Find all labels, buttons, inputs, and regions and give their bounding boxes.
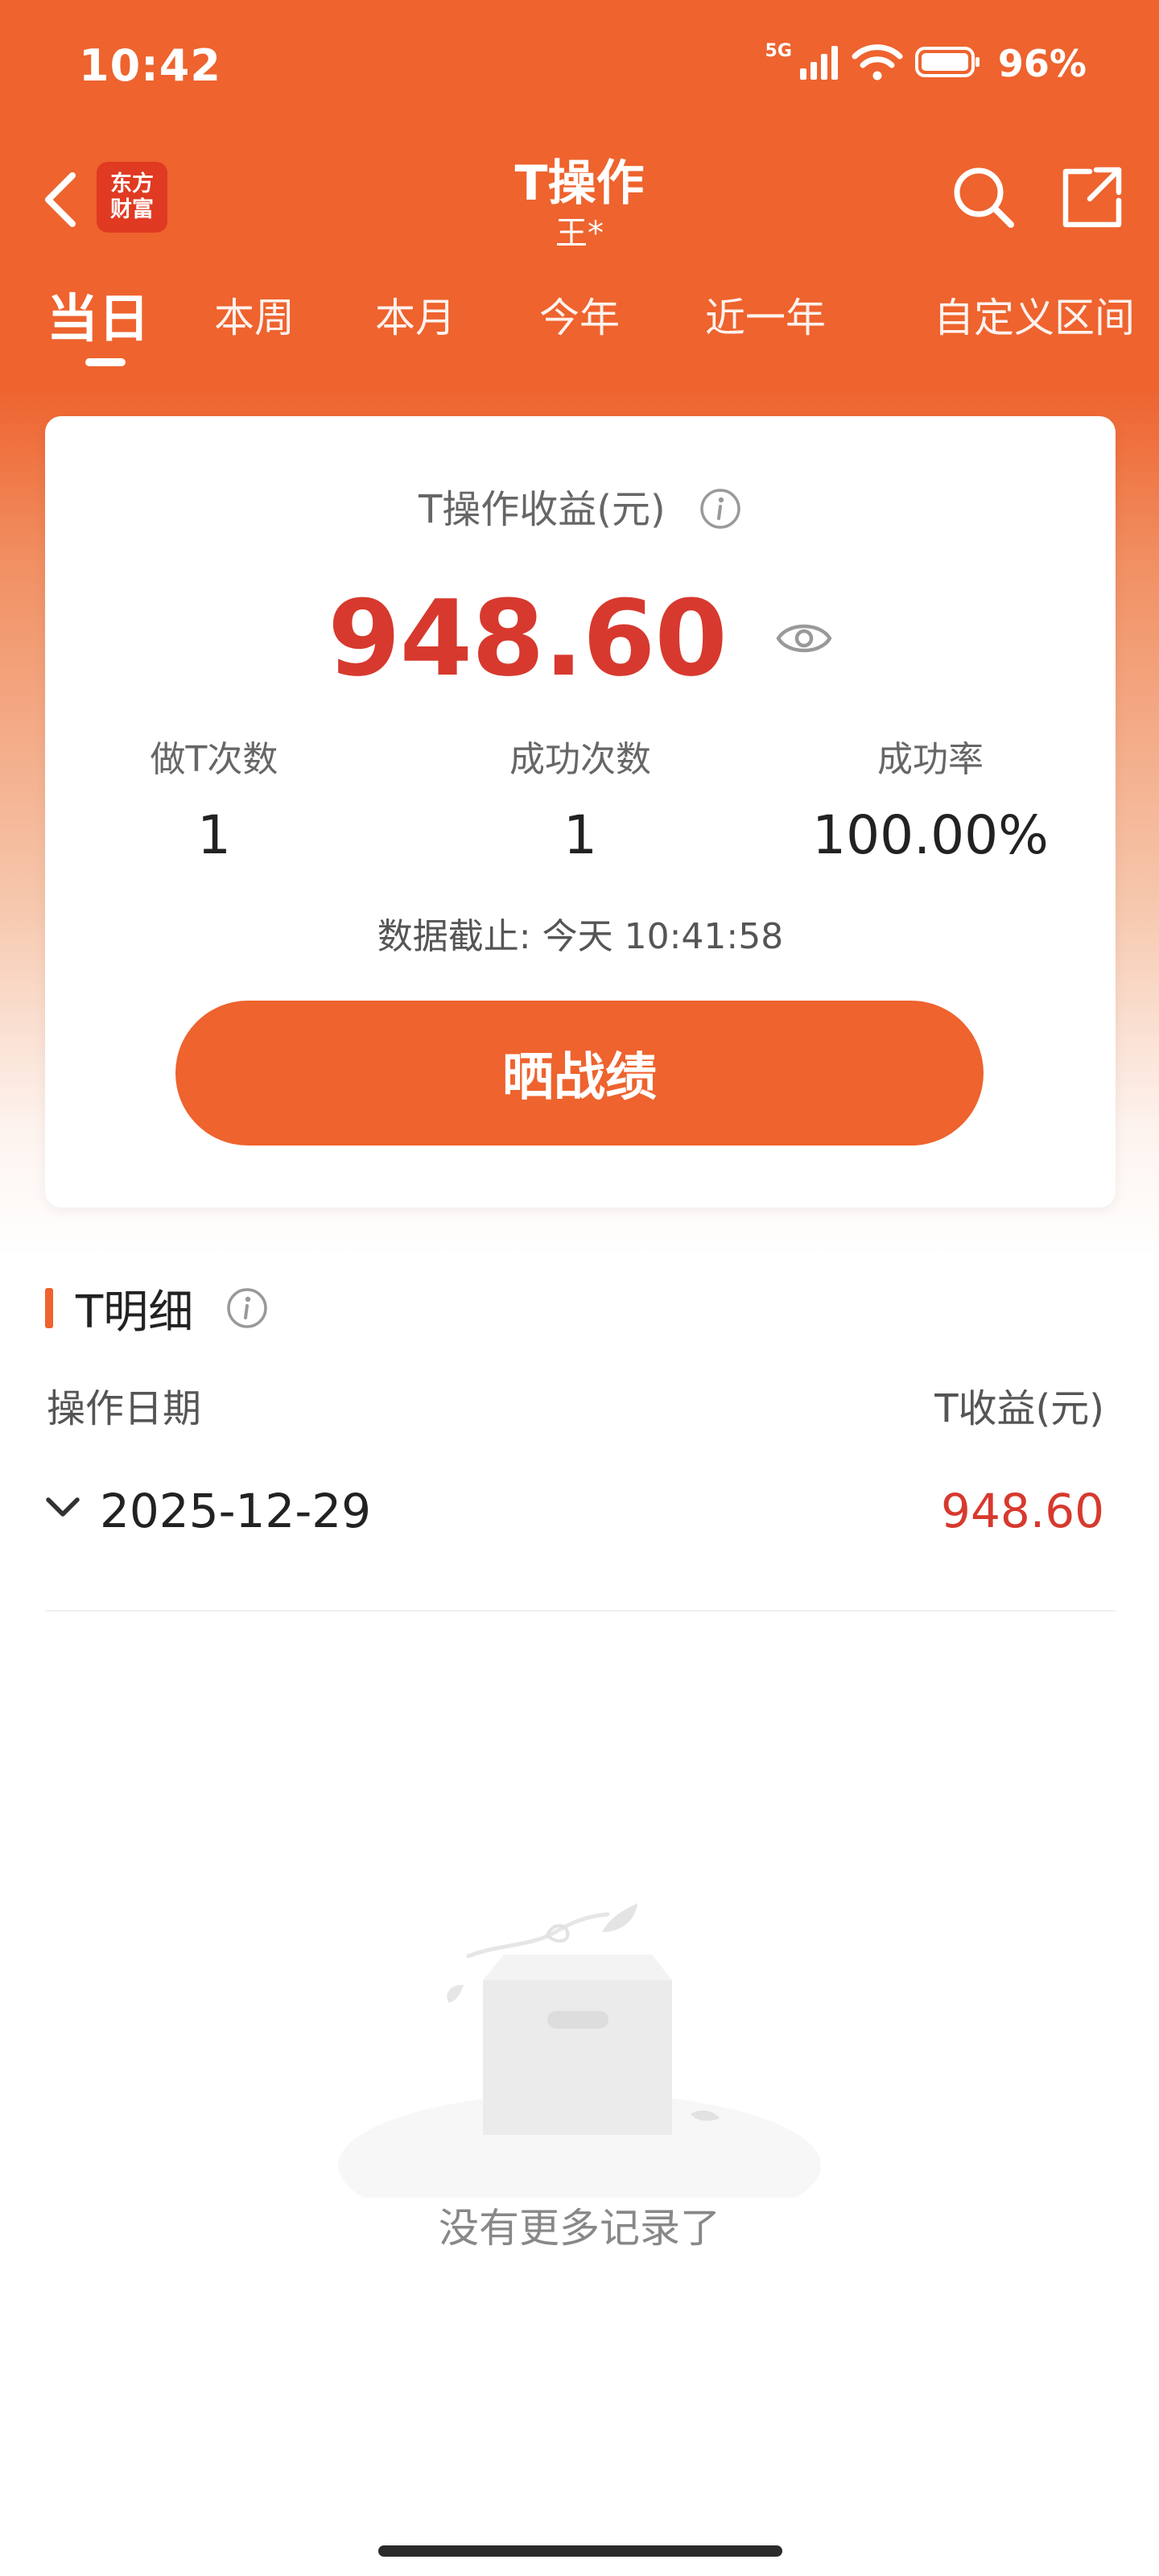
wifi-icon: [852, 43, 903, 84]
profit-value: 948.60: [328, 577, 728, 700]
stat-t-count: 做T次数 1: [45, 730, 383, 866]
chevron-down-icon[interactable]: [45, 1493, 80, 1524]
data-cutoff-time: 数据截止: 今天 10:41:58: [377, 916, 784, 957]
tab-today[interactable]: 当日: [47, 278, 150, 352]
tab-this-week[interactable]: 本周: [214, 286, 295, 344]
home-indicator[interactable]: [378, 2545, 782, 2557]
column-header-date: 操作日期: [47, 1386, 202, 1431]
profit-label: T操作收益(元): [45, 477, 1116, 534]
stat-value: 100.00%: [812, 804, 1049, 866]
stat-label: 做T次数: [150, 739, 278, 780]
empty-state-text: 没有更多记录了: [439, 2205, 720, 2252]
status-indicators: 5G 96%: [765, 40, 1087, 86]
detail-section-header: T明细: [45, 1280, 269, 1339]
stat-value: 1: [197, 804, 231, 866]
stat-label: 成功率: [877, 739, 984, 780]
row-profit: 948.60: [941, 1484, 1104, 1538]
period-tabs: 当日 本周 本月 今年 近一年 自定义区间: [0, 278, 1159, 374]
share-external-icon: [1062, 167, 1122, 228]
search-button[interactable]: [943, 157, 1024, 237]
nav-bar: 东方 财富 T操作 王*: [0, 133, 1159, 270]
stats-row: 做T次数 1 成功次数 1 成功率 100.00%: [45, 730, 1116, 875]
profit-value-row: 948.60: [45, 577, 1116, 700]
empty-box-illustration: [330, 1900, 829, 2238]
section-accent-bar: [45, 1288, 53, 1328]
network-type-label: 5G: [765, 40, 792, 61]
battery-icon: [914, 44, 982, 83]
stat-success-rate: 成功率 100.00%: [761, 730, 1099, 866]
row-divider: [45, 1610, 1116, 1612]
share-results-button[interactable]: 晒战绩: [175, 1001, 984, 1146]
eye-icon[interactable]: [775, 617, 833, 659]
battery-level: 96%: [997, 42, 1087, 85]
screen: 10:42 5G 96% 东方 财富 T操作 王* 当日 本周 本月 今年 近一…: [0, 0, 1159, 2576]
info-icon[interactable]: [699, 487, 742, 530]
profit-label-text: T操作收益(元): [418, 487, 666, 532]
detail-section-title: T明细: [76, 1286, 194, 1339]
tab-this-year[interactable]: 今年: [539, 286, 620, 344]
detail-row[interactable]: 2025-12-29 948.60: [45, 1469, 1116, 1570]
share-button[interactable]: [1051, 157, 1132, 237]
row-date: 2025-12-29: [100, 1484, 372, 1538]
signal-icon: [798, 44, 840, 83]
stat-success-count: 成功次数 1: [411, 730, 749, 866]
status-bar: 10:42 5G 96%: [0, 0, 1159, 133]
stat-value: 1: [563, 804, 597, 866]
active-tab-indicator: [85, 358, 126, 366]
tab-custom-range[interactable]: 自定义区间: [934, 286, 1135, 344]
profit-summary-card: T操作收益(元) 948.60 做T次数 1 成功次数 1 成功率 100.00…: [45, 416, 1116, 1208]
tab-last-year[interactable]: 近一年: [705, 286, 826, 344]
stat-label: 成功次数: [509, 739, 651, 780]
info-icon[interactable]: [225, 1286, 269, 1330]
tab-this-month[interactable]: 本月: [375, 286, 456, 344]
column-header-profit: T收益(元): [934, 1386, 1104, 1431]
status-time: 10:42: [79, 40, 221, 91]
search-icon: [954, 167, 1014, 228]
